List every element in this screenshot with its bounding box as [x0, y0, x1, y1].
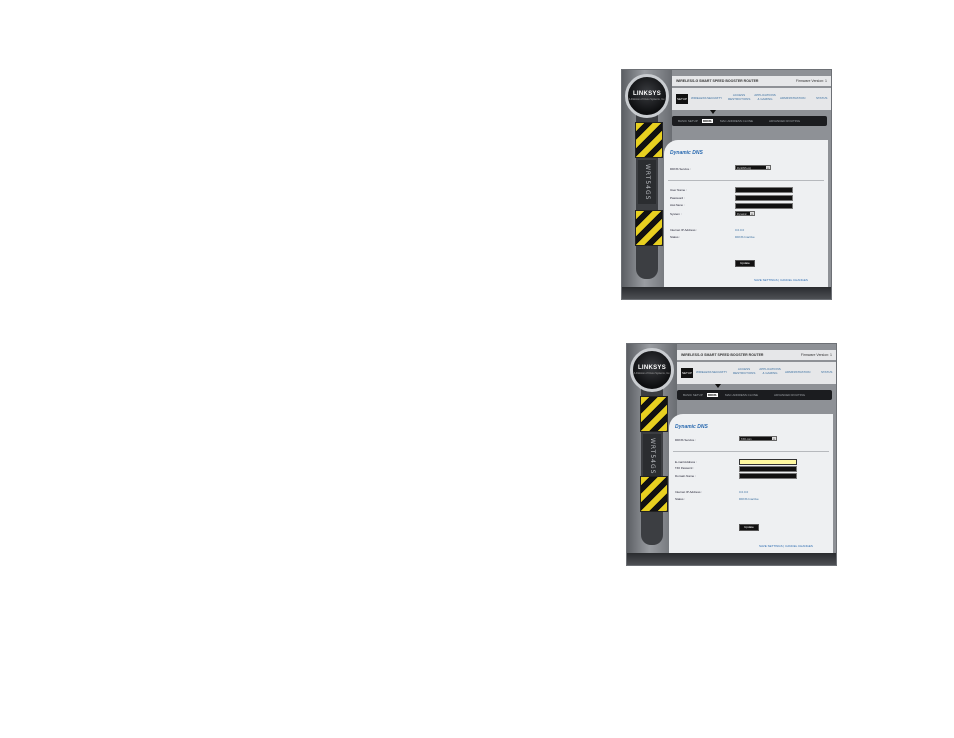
user-name-input[interactable] — [735, 187, 793, 193]
active-tab-pointer — [710, 110, 716, 114]
header-bar: WIRELESS-G SMART SPEED BOOSTER ROUTER Fi… — [672, 76, 831, 86]
system-value: Dynamic — [737, 213, 747, 216]
internet-ip-value: 0.0.0.0 — [739, 490, 749, 494]
router-screenshot-dyndns: WRT54GS LINKSYS A Division of Cisco Syst… — [621, 69, 832, 300]
logo-tagline: A Division of Cisco Systems, Inc. — [628, 98, 666, 101]
host-name-label: Host Name : — [670, 204, 685, 207]
tab-applications-gaming[interactable]: APPLICATIONS & GAMING — [759, 367, 781, 375]
ddns-service-select[interactable]: DynDNS.org ▾ — [735, 165, 771, 170]
save-settings-link[interactable]: SAVE SETTINGS — [754, 278, 778, 282]
cancel-changes-link[interactable]: CANCEL CHANGES — [785, 544, 813, 548]
password-label: Password : — [670, 196, 685, 200]
email-address-input[interactable] — [739, 459, 797, 465]
user-name-label: User Name : — [670, 188, 687, 192]
product-name: WIRELESS-G SMART SPEED BOOSTER ROUTER — [681, 353, 764, 357]
main-tabs: SETUP WIRELESS SECURITY ACCESS RESTRICTI… — [672, 88, 831, 110]
cancel-changes-link[interactable]: CANCEL CHANGES — [780, 278, 808, 282]
tab-wireless[interactable]: WIRELESS — [691, 96, 707, 101]
internet-ip-value: 0.0.0.0 — [735, 228, 745, 232]
logo-tagline: A Division of Cisco Systems, Inc. — [633, 372, 671, 375]
ddns-service-label: DDNS Service : — [670, 167, 692, 171]
ddns-service-select[interactable]: TZO.com ▾ — [739, 436, 777, 441]
tab-administration[interactable]: ADMINISTRATION — [785, 370, 810, 375]
page-title: Dynamic DNS — [670, 150, 703, 156]
tab-access-restrictions[interactable]: ACCESS RESTRICTIONS — [728, 93, 750, 101]
subtab-advanced-routing[interactable]: ADVANCED ROUTING — [769, 119, 800, 123]
chevron-down-icon: ▾ — [750, 212, 754, 216]
tzo-password-input[interactable] — [739, 466, 797, 472]
update-button[interactable]: Update — [739, 524, 759, 531]
page-title: Dynamic DNS — [675, 424, 708, 430]
main-tabs: SETUP WIRELESS SECURITY ACCESS RESTRICTI… — [677, 362, 836, 384]
subtab-basic-setup[interactable]: BASIC SETUP — [683, 393, 703, 397]
subtab-basic-setup[interactable]: BASIC SETUP — [678, 119, 698, 123]
subtab-ddns[interactable]: DDNS — [707, 393, 718, 397]
status-value: DDNS Inactive — [739, 497, 759, 501]
internet-ip-label: Internet IP Address : — [675, 490, 703, 494]
status-value: DDNS Inactive — [735, 235, 755, 239]
sub-navigation: BASIC SETUP DDNS MAC ADDRESS CLONE ADVAN… — [672, 116, 827, 126]
divider — [668, 180, 824, 181]
email-address-label: E-mail Address : — [675, 460, 697, 464]
save-settings-link[interactable]: SAVE SETTINGS — [759, 544, 783, 548]
domain-name-input[interactable] — [739, 473, 797, 479]
footer-links: SAVE SETTINGS | CANCEL CHANGES — [754, 278, 808, 282]
footer-links: SAVE SETTINGS | CANCEL CHANGES — [759, 544, 813, 548]
bottom-strip — [622, 287, 831, 299]
model-label: WRT54GS — [643, 434, 661, 478]
ddns-service-value: TZO.com — [741, 438, 752, 441]
tab-access-restrictions[interactable]: ACCESS RESTRICTIONS — [733, 367, 755, 375]
system-select[interactable]: Dynamic ▾ — [735, 211, 755, 216]
subtab-ddns[interactable]: DDNS — [702, 119, 713, 123]
tab-wireless[interactable]: WIRELESS — [696, 370, 712, 375]
system-label: System : — [670, 212, 682, 216]
hazard-stripe-top — [635, 122, 663, 158]
host-name-input[interactable] — [735, 203, 793, 209]
product-name: WIRELESS-G SMART SPEED BOOSTER ROUTER — [676, 79, 759, 83]
active-tab-pointer — [715, 384, 721, 388]
hazard-stripe-bottom — [635, 210, 663, 246]
model-label: WRT54GS — [638, 160, 656, 204]
ddns-service-value: DynDNS.org — [737, 167, 752, 170]
status-label: Status : — [675, 497, 686, 501]
hazard-stripe-top — [640, 396, 668, 432]
tab-applications-gaming[interactable]: APPLICATIONS & GAMING — [754, 93, 776, 101]
tab-setup[interactable]: SETUP — [676, 94, 688, 104]
ddns-panel: Dynamic DNS DDNS Service : TZO.com ▾ E-m… — [669, 414, 833, 553]
subtab-mac-address-clone[interactable]: MAC ADDRESS CLONE — [720, 119, 753, 123]
chevron-down-icon: ▾ — [766, 166, 770, 170]
bottom-strip — [627, 553, 836, 565]
linksys-logo: LINKSYS A Division of Cisco Systems, Inc… — [625, 74, 669, 118]
tab-security[interactable]: SECURITY — [707, 96, 722, 101]
tzo-password-label: TZO Password : — [675, 467, 694, 470]
tab-setup[interactable]: SETUP — [681, 368, 693, 378]
tab-status[interactable]: STATUS — [821, 370, 832, 375]
linksys-logo: LINKSYS A Division of Cisco Systems, Inc… — [630, 348, 674, 392]
logo-brand: LINKSYS — [637, 365, 667, 371]
firmware-version: Firmware Version: 1 — [795, 79, 827, 83]
ddns-service-label: DDNS Service : — [675, 438, 697, 442]
status-label: Status : — [670, 235, 681, 239]
sub-navigation: BASIC SETUP DDNS MAC ADDRESS CLONE ADVAN… — [677, 390, 832, 400]
update-button[interactable]: Update — [735, 260, 755, 267]
subtab-mac-address-clone[interactable]: MAC ADDRESS CLONE — [725, 393, 758, 397]
hazard-stripe-bottom — [640, 476, 668, 512]
tab-security[interactable]: SECURITY — [712, 370, 727, 375]
router-screenshot-tzo: WRT54GS LINKSYS A Division of Cisco Syst… — [626, 343, 837, 566]
chevron-down-icon: ▾ — [772, 437, 776, 441]
tab-status[interactable]: STATUS — [816, 96, 827, 101]
divider — [673, 451, 829, 452]
subtab-advanced-routing[interactable]: ADVANCED ROUTING — [774, 393, 805, 397]
firmware-version: Firmware Version: 1 — [800, 353, 832, 357]
header-bar: WIRELESS-G SMART SPEED BOOSTER ROUTER Fi… — [677, 350, 836, 360]
logo-brand: LINKSYS — [632, 91, 662, 97]
ddns-panel: Dynamic DNS DDNS Service : DynDNS.org ▾ … — [664, 140, 828, 287]
password-input[interactable] — [735, 195, 793, 201]
domain-name-label: Domain Name : — [675, 474, 696, 478]
internet-ip-label: Internet IP Address : — [670, 228, 698, 232]
tab-administration[interactable]: ADMINISTRATION — [780, 96, 805, 101]
